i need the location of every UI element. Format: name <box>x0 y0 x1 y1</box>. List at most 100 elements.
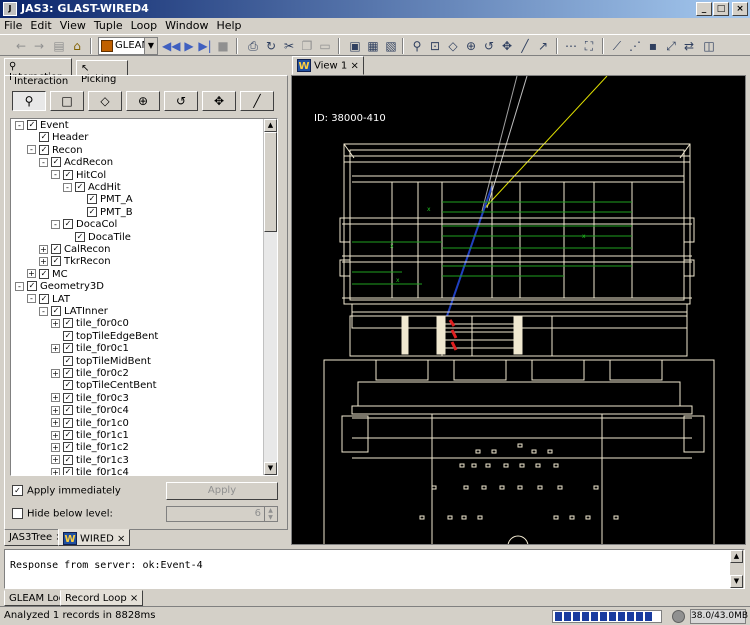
tree-node[interactable]: + ✓ tile_f0r0c4 <box>51 405 129 417</box>
scroll-down-icon[interactable]: ▼ <box>730 575 743 588</box>
server-console[interactable]: Response from server: ok:Event-4 ▲ ▼ <box>4 549 745 589</box>
expand-toggle-icon[interactable]: - <box>27 294 36 304</box>
expand-toggle-icon[interactable]: + <box>51 368 60 378</box>
visibility-checkbox[interactable]: ✓ <box>87 194 97 205</box>
visibility-checkbox[interactable]: ✓ <box>51 244 61 254</box>
menu-edit[interactable]: Edit <box>26 18 55 33</box>
print-icon[interactable]: ⎙ <box>244 37 262 55</box>
ruler-icon[interactable]: ╱ <box>516 37 534 55</box>
visibility-checkbox[interactable]: ✓ <box>75 231 85 242</box>
visibility-checkbox[interactable]: ✓ <box>27 120 37 130</box>
redo-icon[interactable]: ↻ <box>262 37 280 55</box>
tree-node[interactable]: ✓ DocaTile <box>63 231 131 244</box>
menu-window[interactable]: Window <box>161 18 212 33</box>
visibility-checkbox[interactable]: ✓ <box>63 442 73 453</box>
menu-tuple[interactable]: Tuple <box>90 18 127 33</box>
mode-rotate-button[interactable]: ◇ <box>88 91 122 111</box>
wired-3d-canvas[interactable]: ID: 38000-410 x x x x <box>291 75 746 545</box>
console-scrollbar[interactable]: ▲ ▼ <box>730 550 744 588</box>
visibility-checkbox[interactable]: ✓ <box>63 219 73 230</box>
expand-toggle-icon[interactable]: - <box>27 145 36 155</box>
expand-toggle-icon[interactable]: + <box>39 244 48 254</box>
apply-immediately-row[interactable]: ✓ Apply immediately <box>12 485 121 497</box>
tree-node[interactable]: + ✓ TkrRecon <box>39 256 111 268</box>
tree-node[interactable]: + ✓ CalRecon <box>39 244 111 256</box>
tree-node[interactable]: + ✓ tile_f0r0c1 <box>51 343 129 355</box>
visibility-checkbox[interactable]: ✓ <box>63 330 73 341</box>
visibility-checkbox[interactable]: ✓ <box>63 169 73 180</box>
home-icon[interactable]: ⌂ <box>68 37 86 55</box>
expand-toggle-icon[interactable]: + <box>51 418 60 428</box>
tab-view-1[interactable]: W View 1 × <box>292 56 364 75</box>
mode-rectangle-button[interactable]: □ <box>50 91 84 111</box>
step-icon[interactable]: ▶| <box>196 37 214 55</box>
scene-tree[interactable]: - ✓ Event ✓ Header - ✓ Recon - ✓ AcdRecon - ✓ HitCol -… <box>10 118 278 476</box>
tree-node[interactable]: - ✓ Recon <box>27 144 83 157</box>
tree-node[interactable]: + ✓ tile_f0r1c0 <box>51 417 129 430</box>
visibility-checkbox[interactable]: ✓ <box>63 318 73 329</box>
box-tool-icon[interactable]: ▪ <box>644 37 662 55</box>
sphere-icon[interactable]: ⊕ <box>462 37 480 55</box>
expand-toggle-icon[interactable]: - <box>15 281 24 291</box>
scroll-up-icon[interactable]: ▲ <box>730 550 743 563</box>
maximize-icon[interactable]: □ <box>713 2 729 16</box>
zoom-box-icon[interactable]: ⊡ <box>426 37 444 55</box>
visibility-checkbox[interactable]: ✓ <box>51 157 61 168</box>
hide-below-row[interactable]: Hide below level: <box>12 508 113 520</box>
flip-tool-icon[interactable]: ⇄ <box>680 37 698 55</box>
scroll-thumb[interactable] <box>264 132 277 232</box>
visibility-checkbox[interactable]: ✓ <box>63 392 73 403</box>
tree-node[interactable]: - ✓ Event <box>15 120 69 132</box>
expand-toggle-icon[interactable]: - <box>15 120 24 130</box>
expand-toggle-icon[interactable]: - <box>51 219 60 229</box>
tree-node[interactable]: + ✓ tile_f0r0c0 <box>51 318 129 330</box>
expand-toggle-icon[interactable]: + <box>27 269 36 279</box>
expand-toggle-icon[interactable]: + <box>51 343 60 353</box>
forward-arrow-icon[interactable]: → <box>30 37 48 55</box>
tree-node[interactable]: ✓ topTileCentBent <box>51 380 157 392</box>
visibility-checkbox[interactable]: ✓ <box>51 256 61 267</box>
visibility-checkbox[interactable]: ✓ <box>63 343 73 354</box>
scroll-up-icon[interactable]: ▲ <box>264 119 277 132</box>
tree-node[interactable]: - ✓ AcdRecon <box>39 157 113 169</box>
tree-node[interactable]: + ✓ tile_f0r1c3 <box>51 454 129 467</box>
tree-node[interactable]: ✓ topTileMidBent <box>51 355 151 368</box>
expand-toggle-icon[interactable]: + <box>51 467 60 475</box>
visibility-checkbox[interactable]: ✓ <box>63 380 73 391</box>
expand-toggle-icon[interactable]: + <box>51 430 60 440</box>
visibility-checkbox[interactable]: ✓ <box>63 417 73 428</box>
save-all-icon[interactable]: ▦ <box>364 37 382 55</box>
mode-rotate-around-button[interactable]: ↺ <box>164 91 198 111</box>
expand-toggle-icon[interactable]: + <box>39 256 48 266</box>
expand-toggle-icon[interactable]: - <box>39 157 48 167</box>
rotate-around-icon[interactable]: ↺ <box>480 37 498 55</box>
copy-icon[interactable]: ❐ <box>298 37 316 55</box>
visibility-checkbox[interactable]: ✓ <box>51 306 61 316</box>
fit-icon[interactable]: ⛶ <box>580 37 598 55</box>
export-icon[interactable]: ▧ <box>382 37 400 55</box>
tree-node[interactable]: + ✓ tile_f0r1c1 <box>51 430 129 442</box>
stop-icon[interactable]: ■ <box>214 37 232 55</box>
level-spinner[interactable]: 6 ▲ ▼ <box>166 506 278 522</box>
expand-toggle-icon[interactable]: + <box>51 393 60 403</box>
tree-node[interactable]: ✓ PMT_A <box>75 194 133 206</box>
gleam-combo[interactable]: GLEAM ▼ <box>98 37 158 55</box>
pan-icon[interactable]: ✥ <box>498 37 516 55</box>
layout-icon[interactable]: ◫ <box>700 37 718 55</box>
tab-record-loop[interactable]: Record Loop × <box>60 590 144 606</box>
visibility-checkbox[interactable]: ✓ <box>63 467 73 475</box>
tree-node[interactable]: - ✓ DocaCol <box>51 219 117 231</box>
visibility-checkbox[interactable]: ✓ <box>75 182 85 192</box>
tree-node[interactable]: ✓ PMT_B <box>75 206 133 219</box>
tree-node[interactable]: + ✓ tile_f0r1c4 <box>51 467 129 475</box>
tree-node[interactable]: + ✓ MC <box>27 268 68 281</box>
close-icon[interactable]: × <box>732 2 748 16</box>
document-icon[interactable]: ▤ <box>50 37 68 55</box>
tree-node[interactable]: ✓ topTileEdgeBent <box>51 330 158 343</box>
close-icon[interactable]: × <box>117 534 125 545</box>
chevron-down-icon[interactable]: ▼ <box>144 38 157 54</box>
visibility-checkbox[interactable]: ✓ <box>39 268 49 279</box>
hide-below-checkbox[interactable] <box>12 508 23 519</box>
tree-node[interactable]: - ✓ HitCol <box>51 169 106 182</box>
line-tool-icon[interactable]: ⟋ <box>608 37 626 55</box>
